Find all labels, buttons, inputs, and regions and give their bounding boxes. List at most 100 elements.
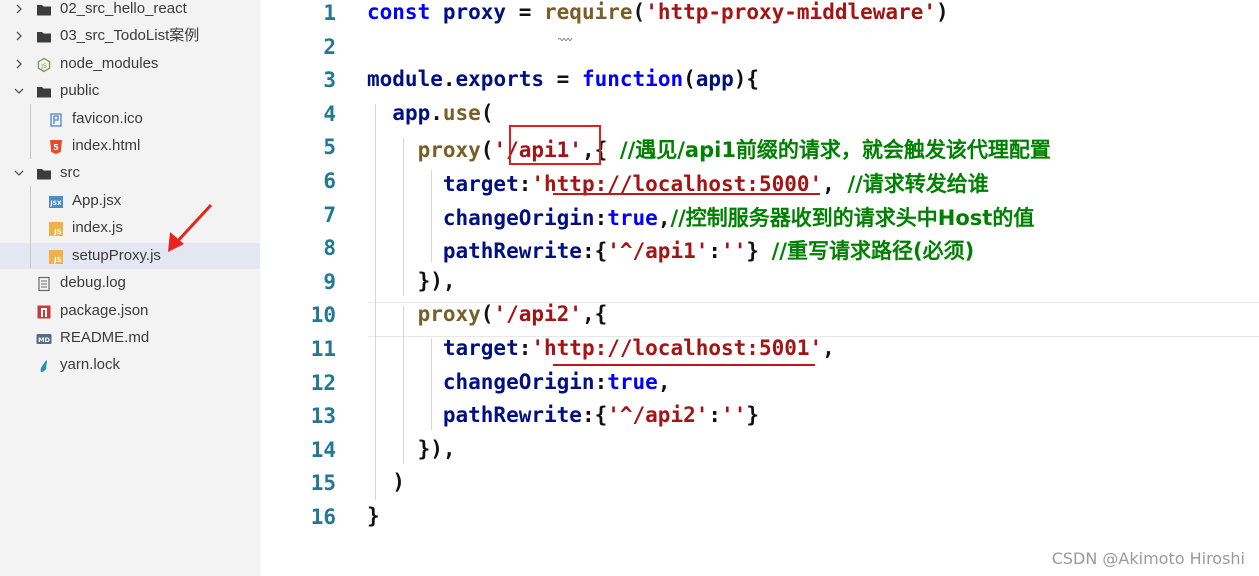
- line-number: 8: [323, 236, 336, 260]
- code-token: '/api2': [493, 302, 582, 326]
- line-number: 13: [310, 404, 336, 428]
- code-token: =: [518, 0, 545, 24]
- code-line[interactable]: }: [367, 504, 380, 528]
- code-token: (: [480, 138, 494, 162]
- code-token: proxy: [417, 302, 481, 326]
- code-token: ,: [822, 172, 848, 196]
- code-line[interactable]: pathRewrite:{'^/api2':''}: [367, 403, 759, 427]
- code-token: '^/api1': [607, 239, 709, 263]
- line-number: 11: [310, 337, 336, 361]
- code-token: }: [367, 504, 380, 528]
- code-token: .: [430, 101, 443, 125]
- line-number: 5: [323, 135, 336, 159]
- code-token: :: [594, 206, 608, 230]
- code-token: //重写请求路径(必须): [771, 239, 975, 263]
- code-token: function: [581, 67, 684, 91]
- code-token: true: [607, 370, 658, 394]
- line-number: 4: [323, 102, 336, 126]
- code-token: proxy: [442, 0, 519, 24]
- code-token: }),: [367, 269, 456, 293]
- code-token: app: [392, 101, 431, 125]
- code-token: target: [442, 172, 519, 196]
- code-token: (: [480, 302, 494, 326]
- code-line[interactable]: }),: [367, 269, 456, 293]
- code-token: app: [695, 67, 734, 91]
- code-line[interactable]: app.use(: [367, 101, 493, 125]
- code-token: //请求转发给谁: [847, 172, 989, 196]
- code-token: ): [367, 470, 405, 494]
- line-number: 15: [310, 471, 336, 495]
- indent-guide: [431, 170, 432, 262]
- code-token: module: [367, 67, 443, 91]
- code-token: changeOrigin: [442, 370, 595, 394]
- code-line[interactable]: target:'http://localhost:5001',: [367, 336, 835, 360]
- code-token: (: [632, 0, 646, 24]
- code-token: changeOrigin: [442, 206, 595, 230]
- code-token: '': [721, 239, 747, 263]
- code-token: =: [556, 67, 582, 91]
- annotation-underline: [553, 364, 815, 366]
- code-token: const: [367, 0, 443, 24]
- code-token: :: [708, 239, 722, 263]
- line-number: 12: [310, 371, 336, 395]
- indent-guide: [403, 306, 404, 464]
- watermark: CSDN @Akimoto Hiroshi: [1051, 549, 1245, 568]
- code-token: ,: [657, 206, 671, 230]
- code-editor[interactable]: 1 const proxy = require('http-proxy-middl…: [260, 0, 1259, 576]
- code-token: ){: [733, 67, 760, 91]
- code-token: //遇见/api1前缀的请求，就会触发该代理配置: [619, 138, 1051, 162]
- code-token: use: [442, 101, 481, 125]
- code-token: ): [935, 0, 949, 24]
- code-token: }: [746, 403, 759, 427]
- code-token: '': [721, 403, 747, 427]
- code-token: :: [594, 370, 608, 394]
- code-token: require: [544, 0, 633, 24]
- code-token: ,{: [581, 302, 608, 326]
- line-number: 14: [310, 438, 336, 462]
- line-number: 16: [310, 505, 336, 529]
- code-line[interactable]: changeOrigin:true,: [367, 370, 671, 394]
- code-token: :: [518, 172, 532, 196]
- code-token: :: [518, 336, 532, 360]
- code-token: ,: [657, 370, 671, 394]
- code-token: }: [746, 239, 772, 263]
- code-token: }),: [367, 437, 456, 461]
- code-token: target: [442, 336, 519, 360]
- code-token: :{: [581, 403, 608, 427]
- code-token: :: [708, 403, 722, 427]
- code-token: .: [442, 67, 456, 91]
- code-token: 'http-proxy-middleware': [645, 0, 936, 24]
- code-token: proxy: [417, 138, 481, 162]
- code-line[interactable]: pathRewrite:{'^/api1':''} //重写请求路径(必须): [367, 235, 974, 265]
- code-line[interactable]: changeOrigin:true,//控制服务器收到的请求头中Host的值: [367, 202, 1035, 232]
- code-line[interactable]: proxy('/api1',{ //遇见/api1前缀的请求，就会触发该代理配置: [367, 134, 1051, 164]
- code-token: (: [683, 67, 696, 91]
- code-token: pathRewrite: [442, 239, 582, 263]
- line-number: 7: [323, 203, 336, 227]
- code-token: //控制服务器收到的请求头中Host的值: [670, 206, 1035, 230]
- line-number: 9: [323, 270, 336, 294]
- indent-guide: [375, 104, 376, 500]
- line-number: 3: [323, 68, 336, 92]
- line-number: 2: [323, 35, 336, 59]
- warning-squiggle: [557, 26, 573, 42]
- code-token: (: [480, 101, 494, 125]
- code-token: pathRewrite: [442, 403, 582, 427]
- code-line[interactable]: }),: [367, 437, 456, 461]
- line-number: 6: [323, 169, 336, 193]
- code-token: '^/api2': [607, 403, 709, 427]
- annotation-underline: [553, 193, 820, 195]
- indent-guide: [403, 138, 404, 296]
- code-line[interactable]: ): [367, 470, 405, 494]
- code-token: 'http://localhost:5001': [531, 336, 823, 360]
- annotation-highlight-box: [509, 125, 601, 165]
- code-token: exports: [455, 67, 557, 91]
- line-number: 10: [310, 303, 336, 327]
- code-line[interactable]: const proxy = require('http-proxy-middle…: [367, 0, 949, 24]
- code-line[interactable]: module.exports = function(app){: [367, 67, 759, 91]
- code-token: ,: [822, 336, 835, 360]
- code-token: true: [607, 206, 658, 230]
- indent-guide: [431, 338, 432, 430]
- code-token: :{: [581, 239, 608, 263]
